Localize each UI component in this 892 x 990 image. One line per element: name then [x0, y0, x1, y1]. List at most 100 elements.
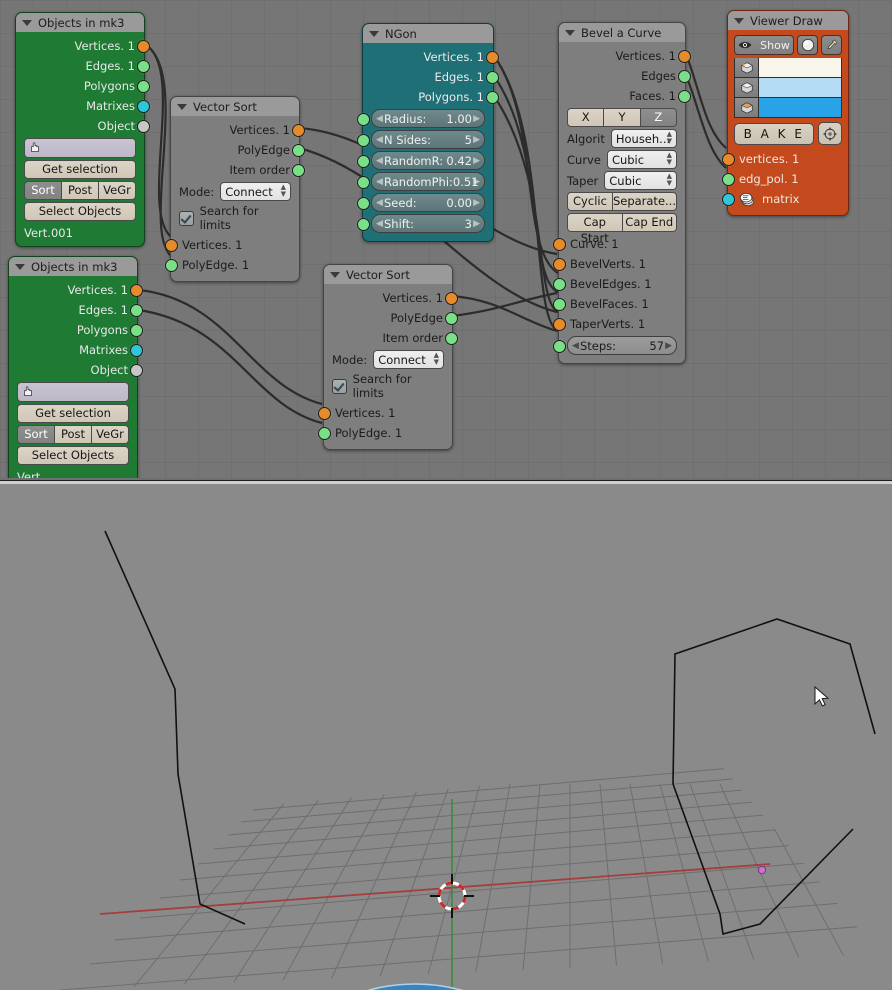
- socket-polygons[interactable]: [137, 79, 150, 93]
- node-editor-area[interactable]: Objects in mk3 Vertices. 1 Edges. 1 Poly…: [0, 0, 892, 484]
- socket-item-order[interactable]: [292, 163, 305, 177]
- chevron-right-icon[interactable]: ▶: [473, 219, 480, 229]
- output-socket-row[interactable]: Item order: [171, 160, 305, 180]
- vertex-color-swatch[interactable]: [759, 58, 841, 77]
- collapse-triangle-icon[interactable]: [565, 29, 575, 36]
- socket-polygons[interactable]: [130, 323, 143, 337]
- socket-shift-in[interactable]: [357, 218, 370, 231]
- node-bevel-a-curve[interactable]: Bevel a Curve Vertices. 1 Edges Faces. 1…: [553, 22, 691, 364]
- socket-vertices[interactable]: [445, 291, 458, 305]
- socket-polyedge-in[interactable]: [165, 258, 178, 272]
- curve-dropdown[interactable]: Cubic ▲ ▼: [606, 150, 677, 169]
- mode-sort-button[interactable]: Sort: [24, 181, 62, 200]
- chevron-right-icon[interactable]: ▶: [473, 135, 480, 145]
- output-socket-row[interactable]: Vertices. 1: [324, 288, 458, 308]
- taper-field[interactable]: Taper Cubic ▲ ▼: [567, 171, 677, 190]
- get-selection-button[interactable]: Get selection: [24, 160, 136, 179]
- face-color-swatch[interactable]: [759, 98, 841, 117]
- mode-vegr-button[interactable]: VeGr: [92, 425, 129, 444]
- socket-polyedge-in[interactable]: [318, 426, 331, 440]
- chevron-left-icon[interactable]: ◀: [376, 177, 383, 187]
- input-socket-row[interactable]: Curve. 1: [553, 234, 685, 254]
- select-objects-button[interactable]: Select Objects: [17, 446, 129, 465]
- output-socket-row[interactable]: Polygons: [16, 76, 150, 96]
- node-header[interactable]: Vector Sort: [171, 97, 299, 116]
- node-header[interactable]: NGon: [363, 24, 493, 43]
- input-socket-row[interactable]: PolyEdge. 1: [318, 423, 452, 443]
- node-objects-in-mk3-b[interactable]: Objects in mk3 Vertices. 1 Edges. 1 Poly…: [8, 256, 143, 484]
- input-socket-row[interactable]: matrix: [722, 189, 848, 209]
- socket-steps-in[interactable]: [553, 340, 566, 353]
- chevron-left-icon[interactable]: ◀: [376, 219, 383, 229]
- socket-edgpol-in[interactable]: [722, 172, 735, 186]
- socket-edges[interactable]: [130, 303, 143, 317]
- node-header[interactable]: Objects in mk3: [16, 13, 144, 32]
- socket-nsides-in[interactable]: [357, 134, 370, 147]
- axis-z-button[interactable]: Z: [640, 108, 677, 127]
- socket-edges[interactable]: [137, 59, 150, 73]
- output-socket-row[interactable]: Faces. 1: [559, 86, 691, 106]
- socket-bevelverts-in[interactable]: [553, 257, 566, 271]
- socket-randomr-in[interactable]: [357, 155, 370, 168]
- input-socket-row[interactable]: Vertices. 1: [165, 235, 299, 255]
- mode-post-button[interactable]: Post: [55, 425, 92, 444]
- axis-button-group[interactable]: X Y Z: [567, 108, 677, 127]
- cap-button-group[interactable]: Cap Start Cap End: [567, 213, 677, 245]
- bake-row[interactable]: B A K E: [734, 122, 842, 145]
- socket-vertices[interactable]: [678, 49, 691, 63]
- algorithm-dropdown[interactable]: Househ... ▲ ▼: [610, 129, 677, 148]
- output-socket-row[interactable]: Vertices. 1: [363, 47, 499, 67]
- node-ngon[interactable]: NGon Vertices. 1 Edges. 1 Polygons. 1 ◀ …: [357, 23, 499, 242]
- input-socket-row[interactable]: PolyEdge. 1: [165, 255, 299, 275]
- cyclic-separate-group[interactable]: Cyclic Separate...: [567, 192, 677, 211]
- socket-seed-in[interactable]: [357, 197, 370, 210]
- socket-polyedge[interactable]: [445, 311, 458, 325]
- socket-edges[interactable]: [486, 70, 499, 84]
- node-objects-in-mk3-a[interactable]: Objects in mk3 Vertices. 1 Edges. 1 Poly…: [15, 12, 150, 247]
- mode-button-group[interactable]: Sort Post VeGr: [17, 425, 129, 444]
- mode-dropdown[interactable]: Connect ▲ ▼: [373, 350, 444, 369]
- cap-end-button[interactable]: Cap End: [622, 213, 677, 232]
- socket-vertices[interactable]: [292, 123, 305, 137]
- object-picker-button[interactable]: [24, 138, 136, 158]
- viewport-canvas[interactable]: [0, 484, 892, 990]
- socket-vertices-in[interactable]: [318, 406, 331, 420]
- socket-beveledges-in[interactable]: [553, 277, 566, 291]
- input-socket-row[interactable]: edg_pol. 1: [722, 169, 848, 189]
- output-socket-row[interactable]: Object: [16, 116, 150, 136]
- output-socket-row[interactable]: Edges: [559, 66, 691, 86]
- separate-button[interactable]: Separate...: [612, 192, 677, 211]
- output-socket-row[interactable]: Item order: [324, 328, 458, 348]
- socket-edges[interactable]: [678, 69, 691, 83]
- output-socket-row[interactable]: Edges. 1: [9, 300, 143, 320]
- cyclic-button[interactable]: Cyclic: [567, 192, 613, 211]
- eyedropper-button[interactable]: [821, 35, 842, 55]
- input-socket-row[interactable]: BevelVerts. 1: [553, 254, 685, 274]
- mode-field[interactable]: Mode: Connect ▲ ▼: [332, 350, 444, 369]
- node-header[interactable]: Vector Sort: [324, 265, 452, 284]
- seed-slider[interactable]: ◀ Seed: 0.00 ▶: [371, 193, 485, 212]
- mode-button-group[interactable]: Sort Post VeGr: [24, 181, 136, 200]
- socket-vertices[interactable]: [130, 283, 143, 297]
- radius-slider[interactable]: ◀ Radius: 1.00 ▶: [371, 109, 485, 128]
- mode-vegr-button[interactable]: VeGr: [99, 181, 136, 200]
- socket-vertices[interactable]: [137, 39, 150, 53]
- input-socket-row[interactable]: Vertices. 1: [318, 403, 452, 423]
- steps-slider[interactable]: ◀ Steps: 57 ▶: [567, 336, 677, 355]
- node-header[interactable]: Bevel a Curve: [559, 23, 685, 42]
- socket-vertices-in[interactable]: [722, 152, 735, 166]
- randomr-slider[interactable]: ◀ RandomR: 0.42 ▶: [371, 151, 485, 170]
- face-color-row[interactable]: [734, 98, 842, 118]
- socket-faces[interactable]: [678, 89, 691, 103]
- output-socket-row[interactable]: PolyEdge: [171, 140, 305, 160]
- socket-object[interactable]: [130, 363, 143, 377]
- socket-radius-in[interactable]: [357, 113, 370, 126]
- socket-vertices-in[interactable]: [165, 238, 178, 252]
- output-socket-row[interactable]: Edges. 1: [363, 67, 499, 87]
- socket-object[interactable]: [137, 119, 150, 133]
- node-vector-sort-a[interactable]: Vector Sort Vertices. 1 PolyEdge Item or…: [165, 96, 305, 282]
- output-socket-row[interactable]: Vertices. 1: [559, 46, 691, 66]
- algorithm-field[interactable]: Algorit Househ... ▲ ▼: [567, 129, 677, 148]
- socket-matrixes[interactable]: [137, 99, 150, 113]
- socket-curve-in[interactable]: [553, 237, 566, 251]
